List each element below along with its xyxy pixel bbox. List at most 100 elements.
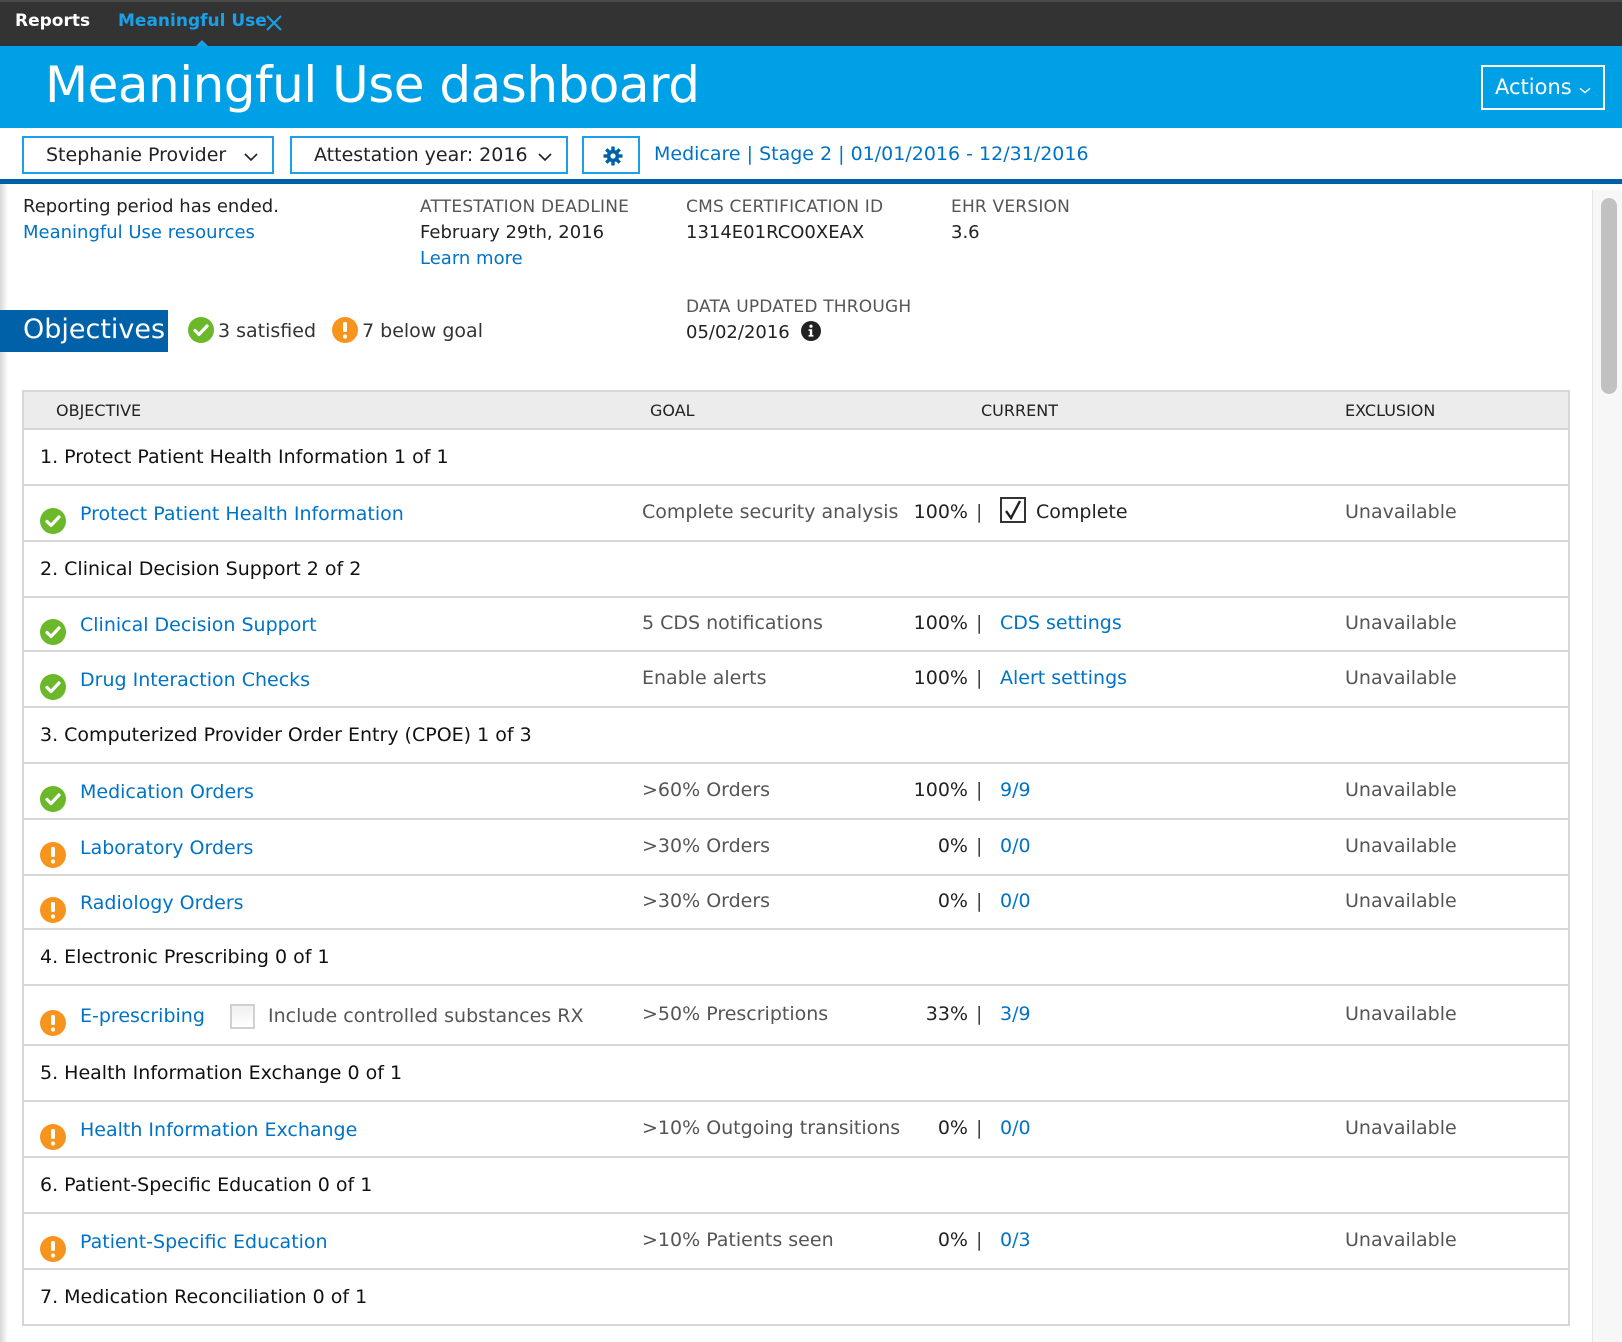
objective-exclusion: Unavailable bbox=[1345, 890, 1457, 912]
attestation-year-value: Attestation year: 2016 bbox=[314, 144, 528, 166]
objective-group-title: 6. Patient-Specific Education 0 of 1 bbox=[40, 1174, 373, 1196]
check-circle-icon bbox=[40, 778, 66, 812]
objective-exclusion: Unavailable bbox=[1345, 1003, 1457, 1025]
program-summary-link[interactable]: Medicare | Stage 2 | 01/01/2016 - 12/31/… bbox=[654, 138, 1089, 170]
check-circle-icon bbox=[40, 666, 66, 700]
data-updated: DATA UPDATED THROUGH 05/02/2016 bbox=[686, 294, 911, 346]
provider-select-value: Stephanie Provider bbox=[46, 144, 227, 166]
close-tab-icon[interactable] bbox=[265, 14, 283, 32]
ehr-label: EHR VERSION bbox=[951, 197, 1071, 217]
objective-group-row: 1. Protect Patient Health Information 1 … bbox=[24, 430, 1568, 486]
current-percent: 0% bbox=[937, 835, 968, 857]
objective-name-link[interactable]: Laboratory Orders bbox=[80, 820, 253, 876]
settings-button[interactable] bbox=[582, 136, 640, 174]
current-detail-link[interactable]: 0/0 bbox=[1000, 820, 1031, 872]
current-detail-link[interactable]: 9/9 bbox=[1000, 764, 1031, 816]
objective-exclusion: Unavailable bbox=[1345, 612, 1457, 634]
satisfied-count: 3 satisfied bbox=[218, 320, 317, 342]
learn-more-link[interactable]: Learn more bbox=[420, 246, 629, 272]
objective-group-title: 1. Protect Patient Health Information 1 … bbox=[40, 446, 449, 468]
objective-exclusion: Unavailable bbox=[1345, 1229, 1457, 1251]
objective-goal: Enable alerts bbox=[642, 667, 767, 689]
complete-checkbox[interactable] bbox=[1000, 496, 1026, 523]
tab-reports[interactable]: Reports bbox=[15, 2, 90, 46]
current-detail-link[interactable]: CDS settings bbox=[1000, 598, 1122, 648]
warning-circle-icon bbox=[40, 889, 66, 923]
vertical-scrollbar[interactable] bbox=[1592, 190, 1622, 1342]
objectives-table: OBJECTIVE GOAL CURRENT EXCLUSION 1. Prot… bbox=[22, 390, 1570, 1326]
cms-value: 1314E01RCO0XEAX bbox=[686, 222, 865, 243]
objective-exclusion: Unavailable bbox=[1345, 667, 1457, 689]
current-separator: | bbox=[976, 890, 983, 912]
ehr-value: 3.6 bbox=[951, 222, 980, 243]
check-circle-icon bbox=[40, 611, 66, 645]
objective-name-link[interactable]: Medication Orders bbox=[80, 764, 254, 820]
current-separator: | bbox=[976, 1117, 983, 1139]
objective-name-link[interactable]: Patient-Specific Education bbox=[80, 1214, 328, 1270]
objective-row: Drug Interaction Checks Enable alerts 100%… bbox=[24, 652, 1568, 708]
check-circle-icon bbox=[188, 316, 214, 343]
warning-circle-icon bbox=[40, 1116, 66, 1150]
current-separator: | bbox=[976, 835, 983, 857]
objective-group-row: 6. Patient-Specific Education 0 of 1 bbox=[24, 1158, 1568, 1214]
attestation-deadline: ATTESTATION DEADLINE February 29th, 2016… bbox=[420, 194, 629, 272]
objective-exclusion: Unavailable bbox=[1345, 501, 1457, 523]
resources-link[interactable]: Meaningful Use resources bbox=[23, 220, 279, 246]
current-percent: 100% bbox=[913, 779, 968, 801]
objective-group-row: 3. Computerized Provider Order Entry (CP… bbox=[24, 708, 1568, 764]
objective-goal: >10% Patients seen bbox=[642, 1229, 834, 1251]
objective-group-row: 7. Medication Reconciliation 0 of 1 bbox=[24, 1270, 1568, 1326]
provider-select[interactable]: Stephanie Provider bbox=[22, 136, 274, 174]
objective-name-link[interactable]: Protect Patient Health Information bbox=[80, 486, 404, 542]
tab-meaningful-use[interactable]: Meaningful Use bbox=[118, 2, 267, 46]
objective-name-link[interactable]: E-prescribing bbox=[80, 986, 205, 1046]
current-detail-link[interactable]: Alert settings bbox=[1000, 652, 1127, 704]
current-detail-link[interactable]: 3/9 bbox=[1000, 986, 1031, 1042]
objective-row: Patient-Specific Education >10% Patients … bbox=[24, 1214, 1568, 1270]
current-percent: 100% bbox=[913, 612, 968, 634]
warning-circle-icon bbox=[40, 1228, 66, 1262]
objective-row: E-prescribing Include controlled substanc… bbox=[24, 986, 1568, 1046]
objective-name-link[interactable]: Health Information Exchange bbox=[80, 1102, 357, 1158]
objective-group-row: 2. Clinical Decision Support 2 of 2 bbox=[24, 542, 1568, 598]
objective-name-link[interactable]: Clinical Decision Support bbox=[80, 598, 317, 652]
objective-row: Laboratory Orders >30% Orders 0% | 0/0 Unavai… bbox=[24, 820, 1568, 876]
warning-circle-icon bbox=[332, 316, 358, 343]
current-detail-link[interactable]: 0/3 bbox=[1000, 1214, 1031, 1266]
satisfied-summary: 3 satisfied bbox=[188, 316, 316, 346]
completion-status: Complete bbox=[1000, 486, 1128, 538]
current-detail-link[interactable]: 0/0 bbox=[1000, 1102, 1031, 1154]
objective-group-title: 7. Medication Reconciliation 0 of 1 bbox=[40, 1286, 368, 1308]
objective-name-link[interactable]: Drug Interaction Checks bbox=[80, 652, 310, 708]
info-icon[interactable] bbox=[801, 321, 822, 341]
objective-name-link[interactable]: Radiology Orders bbox=[80, 876, 244, 930]
objective-goal: >50% Prescriptions bbox=[642, 1003, 829, 1025]
controlled-substances-checkbox[interactable] bbox=[230, 1004, 255, 1029]
below-goal-summary: 7 below goal bbox=[332, 316, 483, 346]
current-separator: | bbox=[976, 667, 983, 689]
ehr-version: EHR VERSION 3.6 bbox=[951, 194, 1070, 246]
gear-icon bbox=[603, 146, 623, 166]
objective-exclusion: Unavailable bbox=[1345, 1117, 1457, 1139]
current-detail-link[interactable]: 0/0 bbox=[1000, 876, 1031, 926]
reporting-info: Reporting period has ended. Meaningful U… bbox=[23, 194, 279, 246]
actions-button[interactable]: Actions bbox=[1481, 65, 1605, 110]
objective-row: Clinical Decision Support 5 CDS notificat… bbox=[24, 598, 1568, 652]
filter-bar: Stephanie Provider Attestation year: 201… bbox=[0, 128, 1622, 184]
actions-button-label: Actions bbox=[1495, 75, 1572, 99]
objective-group-title: 3. Computerized Provider Order Entry (CP… bbox=[40, 724, 532, 746]
attestation-year-select[interactable]: Attestation year: 2016 bbox=[290, 136, 568, 174]
warning-circle-icon bbox=[40, 1002, 66, 1036]
completion-label: Complete bbox=[1036, 501, 1128, 523]
table-header: OBJECTIVE GOAL CURRENT EXCLUSION bbox=[24, 392, 1568, 430]
chevron-down-icon bbox=[1579, 87, 1591, 94]
current-percent: 33% bbox=[925, 1003, 968, 1025]
column-header-objective: OBJECTIVE bbox=[56, 401, 142, 420]
objective-exclusion: Unavailable bbox=[1345, 779, 1457, 801]
current-separator: | bbox=[976, 1003, 983, 1025]
chevron-down-icon bbox=[244, 153, 258, 162]
updated-value: 05/02/2016 bbox=[686, 322, 790, 343]
objective-goal: >10% Outgoing transitions bbox=[642, 1117, 901, 1139]
scrollbar-thumb[interactable] bbox=[1601, 198, 1617, 394]
column-header-current: CURRENT bbox=[981, 401, 1058, 420]
